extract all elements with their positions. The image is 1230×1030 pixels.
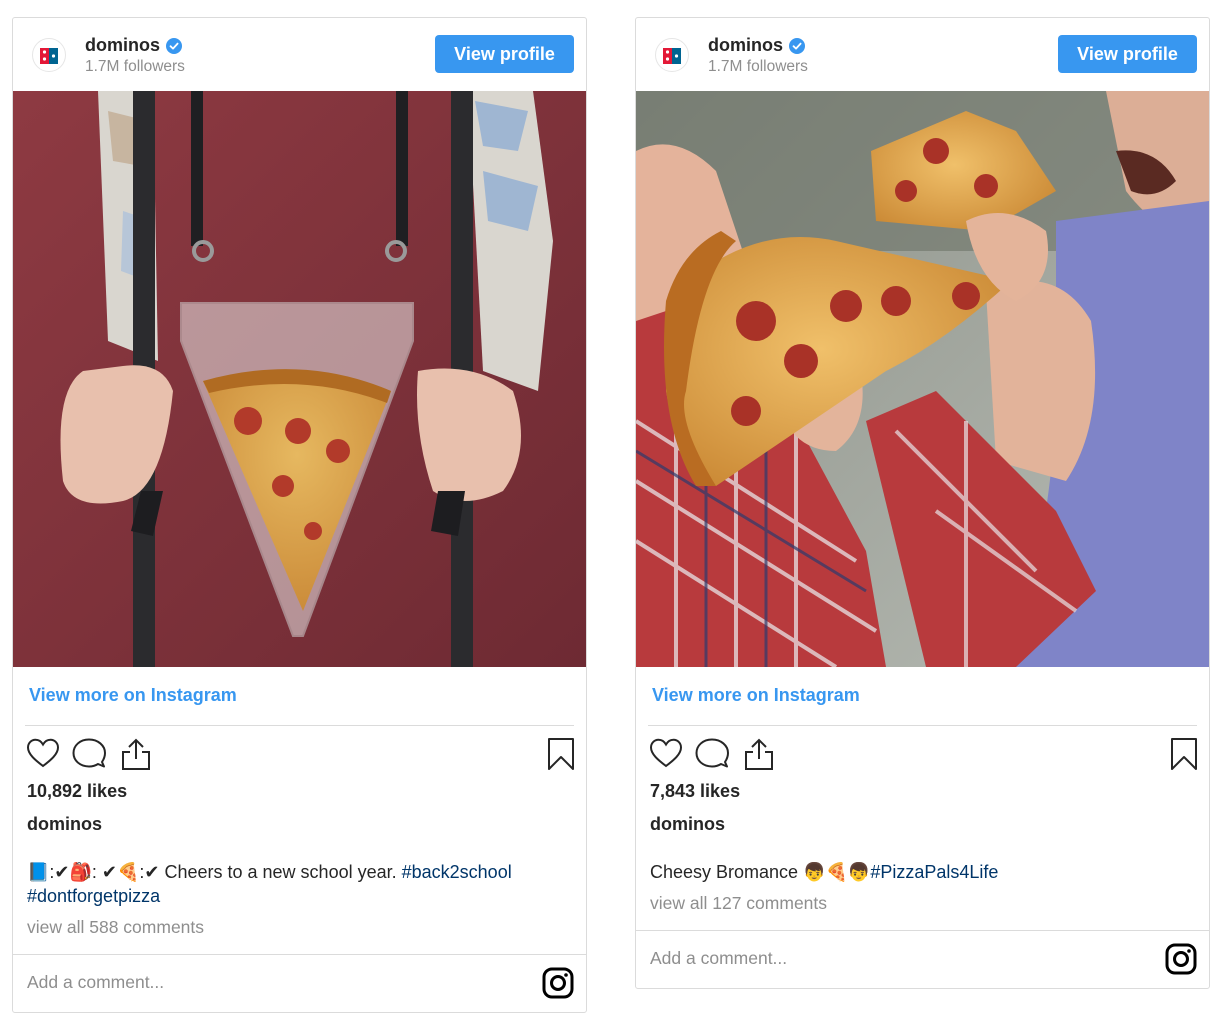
bookmark-icon — [1171, 738, 1197, 770]
like-count[interactable]: 7,843 likes — [650, 781, 740, 802]
like-count[interactable]: 10,892 likes — [27, 781, 127, 802]
view-all-comments-link[interactable]: view all 588 comments — [27, 917, 204, 938]
post-header: dominos 1.7M followers View profile — [13, 18, 586, 91]
username-row: dominos — [85, 35, 182, 56]
hashtag-link[interactable]: #dontforgetpizza — [27, 886, 160, 906]
pizza-pouch-photo — [13, 91, 586, 667]
follower-count: 1.7M followers — [85, 58, 185, 75]
like-button[interactable] — [25, 736, 61, 772]
post-header: dominos 1.7M followers View profile — [636, 18, 1209, 91]
username-row: dominos — [708, 35, 805, 56]
bookmark-button[interactable] — [543, 736, 579, 772]
add-comment-input[interactable]: Add a comment... — [27, 972, 164, 993]
username[interactable]: dominos — [708, 35, 783, 56]
like-button[interactable] — [648, 736, 684, 772]
caption-username[interactable]: dominos — [27, 814, 102, 835]
bookmark-icon — [548, 738, 574, 770]
follower-count: 1.7M followers — [708, 58, 808, 75]
dominos-logo-icon — [40, 48, 58, 64]
verified-badge-icon — [789, 37, 805, 54]
share-icon — [122, 738, 150, 770]
caption-text: 📘:✔🎒: ✔🍕:✔ Cheers to a new school year. — [27, 862, 402, 882]
view-profile-button[interactable]: View profile — [1058, 35, 1197, 73]
comment-button[interactable] — [694, 736, 730, 772]
divider — [648, 725, 1197, 726]
dominos-logo-icon — [663, 48, 681, 64]
heart-icon — [26, 738, 60, 768]
bookmark-button[interactable] — [1166, 736, 1202, 772]
view-all-comments-link[interactable]: view all 127 comments — [650, 893, 827, 914]
instagram-icon[interactable] — [1165, 943, 1197, 975]
hashtag-link[interactable]: #back2school — [402, 862, 512, 882]
add-comment-input[interactable]: Add a comment... — [650, 948, 787, 969]
divider — [636, 930, 1209, 931]
share-icon — [745, 738, 773, 770]
comment-icon — [695, 738, 729, 768]
comment-icon — [72, 738, 106, 768]
post-photo[interactable] — [636, 91, 1209, 667]
comment-button[interactable] — [71, 736, 107, 772]
view-more-on-instagram-link[interactable]: View more on Instagram — [652, 685, 860, 706]
post-photo[interactable] — [13, 91, 586, 667]
verified-badge-icon — [166, 37, 182, 54]
heart-icon — [649, 738, 683, 768]
divider — [25, 725, 574, 726]
instagram-embed-card: dominos 1.7M followers View profile View… — [12, 17, 587, 1013]
caption-text: Cheesy Bromance 👦🍕👦 — [650, 862, 871, 882]
instagram-embed-card: dominos 1.7M followers View profile View… — [635, 17, 1210, 989]
view-profile-button[interactable]: View profile — [435, 35, 574, 73]
share-button[interactable] — [118, 736, 154, 772]
view-more-on-instagram-link[interactable]: View more on Instagram — [29, 685, 237, 706]
avatar[interactable] — [32, 38, 66, 72]
instagram-icon[interactable] — [542, 967, 574, 999]
username[interactable]: dominos — [85, 35, 160, 56]
pizza-sharing-photo — [636, 91, 1209, 667]
post-caption: 📘:✔🎒: ✔🍕:✔ Cheers to a new school year. … — [27, 860, 567, 908]
hashtag-link[interactable]: #PizzaPals4Life — [870, 862, 998, 882]
divider — [13, 954, 586, 955]
post-caption: Cheesy Bromance 👦🍕👦#PizzaPals4Life — [650, 860, 1190, 884]
share-button[interactable] — [741, 736, 777, 772]
avatar[interactable] — [655, 38, 689, 72]
caption-username[interactable]: dominos — [650, 814, 725, 835]
